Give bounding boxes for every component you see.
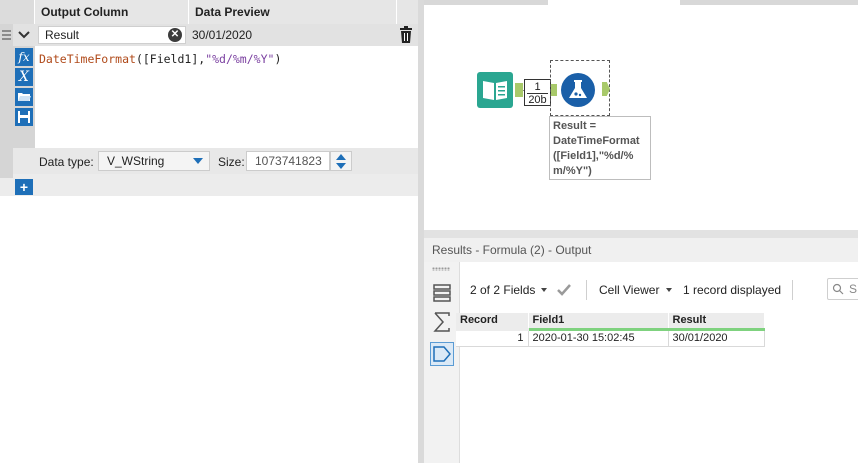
summary-sigma-icon[interactable] (430, 310, 454, 334)
cell-field1[interactable]: 2020-01-30 15:02:45 (527, 328, 669, 347)
expression-format-string: "%d/%m/%Y" (205, 52, 275, 66)
expression-function: DateTimeFormat (39, 52, 136, 66)
tool-annotation: Result = DateTimeFormat ([Field1],"%d/% … (549, 116, 651, 180)
expression-args: ([Field1], (135, 52, 206, 66)
row-gutter (0, 24, 13, 196)
record-count-label: 1 record displayed (683, 283, 782, 297)
datatype-select-value: V_WString (107, 154, 165, 168)
cell-viewer-button[interactable]: Cell Viewer (599, 278, 659, 302)
search-placeholder: S (849, 282, 858, 296)
add-row-bar (0, 178, 418, 196)
spin-up-icon[interactable] (336, 154, 346, 160)
input-data-tool-icon[interactable] (477, 72, 513, 108)
canvas-tab[interactable] (548, 0, 680, 5)
fields-selector[interactable]: 2 of 2 Fields (470, 278, 535, 302)
search-icon (832, 283, 844, 298)
variable-x-icon[interactable]: X (15, 68, 33, 86)
drag-handle-icon[interactable] (2, 30, 11, 40)
results-panel (424, 238, 858, 463)
size-spinner[interactable] (330, 151, 352, 171)
metadata-tag-icon[interactable] (430, 342, 454, 366)
table-row[interactable]: 1 2020-01-30 15:02:45 30/01/2020 (456, 328, 765, 347)
header-spacer (396, 0, 418, 24)
formula-tool-icon[interactable] (558, 70, 598, 110)
add-formula-button[interactable]: + (15, 179, 33, 195)
column-header-record[interactable]: Record (456, 313, 529, 331)
clear-field-icon[interactable]: ✕ (168, 28, 182, 42)
output-column-input[interactable]: Result (38, 26, 186, 44)
output-anchor-icon[interactable] (515, 83, 523, 97)
datatype-select[interactable]: V_WString (98, 151, 210, 171)
fields-caret-icon[interactable] (541, 288, 547, 292)
connection-record-count: 1 (534, 81, 541, 93)
cell-record[interactable]: 1 (456, 328, 529, 347)
connection-record-size: 20b (527, 93, 548, 106)
function-fx-icon[interactable]: fx (15, 48, 33, 66)
expression-editor[interactable]: DateTimeFormat([Field1],"%d/%m/%Y") (35, 46, 418, 148)
data-preview-value: 30/01/2020 (192, 28, 253, 42)
size-input[interactable]: 1073741823 (246, 151, 330, 171)
table-header-row: Record Field1 Result (456, 313, 765, 331)
datatype-label: Data type: (39, 155, 94, 169)
open-folder-icon[interactable] (15, 88, 33, 106)
table-view-icon[interactable] (430, 281, 454, 305)
output-column-header: Output Column (34, 0, 186, 24)
collapse-chevron-icon[interactable] (15, 26, 33, 44)
column-header-field1[interactable]: Field1 (528, 313, 669, 331)
toolbar-separator (792, 280, 793, 300)
cell-result[interactable]: 30/01/2020 (667, 328, 765, 347)
horizontal-splitter[interactable] (424, 230, 858, 238)
data-preview-header: Data Preview (188, 0, 396, 24)
toolbar-separator (586, 280, 587, 300)
size-label: Size: (218, 155, 245, 169)
dropdown-arrow-icon (193, 158, 203, 164)
save-disk-icon[interactable] (15, 108, 33, 126)
column-header-result[interactable]: Result (668, 313, 765, 331)
delete-trash-icon[interactable] (398, 26, 414, 44)
expression-close: ) (274, 52, 282, 66)
spin-down-icon[interactable] (336, 163, 346, 169)
header-gutter (0, 0, 34, 24)
cell-viewer-caret-icon[interactable] (666, 288, 672, 292)
connection-record-badge: 1 20b (524, 79, 551, 106)
checkmark-icon[interactable] (555, 281, 573, 302)
results-table: Record Field1 Result 1 2020-01-30 15:02:… (456, 313, 765, 347)
workflow-canvas[interactable] (424, 0, 858, 230)
results-title: Results - Formula (2) - Output (432, 243, 592, 257)
app-window: Output Column Data Preview Result ✕ 30/0… (0, 0, 858, 463)
sidebar-grip-icon[interactable] (432, 267, 450, 271)
